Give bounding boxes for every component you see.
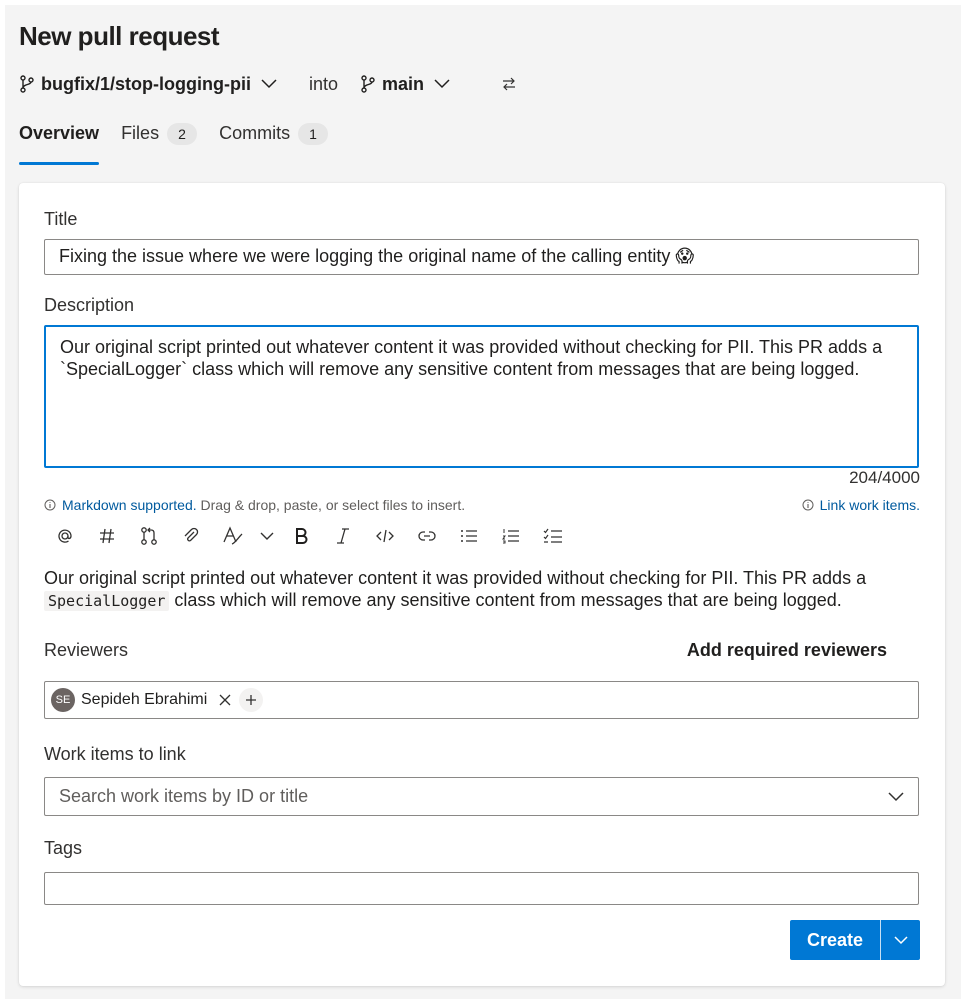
- attach-icon[interactable]: [170, 521, 212, 551]
- tags-input[interactable]: [44, 872, 919, 905]
- chevron-down-icon[interactable]: [254, 521, 280, 551]
- task-list-icon[interactable]: [532, 521, 574, 551]
- chevron-down-icon: [888, 791, 904, 802]
- italic-icon[interactable]: [322, 521, 364, 551]
- info-icon: [802, 499, 814, 511]
- avatar: SE: [51, 688, 75, 712]
- title-label: Title: [44, 209, 78, 229]
- preview-inline-code: SpecialLogger: [44, 591, 170, 611]
- link-work-items-link[interactable]: Link work items.: [820, 497, 920, 513]
- commits-count-badge: 1: [298, 123, 329, 145]
- description-textarea[interactable]: Our original script printed out whatever…: [44, 325, 919, 468]
- bold-icon[interactable]: [280, 521, 322, 551]
- description-label: Description: [44, 295, 135, 315]
- chevron-down-icon: [261, 79, 283, 89]
- pull-request-form: Title Fixing the issue where we were log…: [19, 183, 945, 986]
- pull-request-icon[interactable]: [128, 521, 170, 551]
- tab-files[interactable]: Files 2: [121, 123, 198, 169]
- tags-label: Tags: [44, 838, 83, 858]
- chevron-down-icon: [434, 79, 456, 89]
- target-branch-dropdown[interactable]: main: [360, 74, 456, 95]
- work-items-search-dropdown[interactable]: Search work items by ID or title: [44, 777, 919, 816]
- title-input[interactable]: Fixing the issue where we were logging t…: [44, 239, 919, 275]
- branch-selector-row: bugfix/1/stop-logging-pii into main: [19, 71, 516, 97]
- add-reviewer-button[interactable]: [239, 688, 264, 712]
- reviewers-label: Reviewers: [44, 640, 129, 660]
- plus-icon: [246, 695, 257, 705]
- work-items-placeholder: Search work items by ID or title: [59, 786, 309, 806]
- swap-branches-icon[interactable]: [502, 77, 516, 91]
- markdown-toolbar: [44, 521, 574, 551]
- add-required-reviewers-button[interactable]: Add required reviewers: [687, 640, 887, 661]
- preview-text: Our original script printed out whatever…: [44, 568, 867, 588]
- tab-commits[interactable]: Commits 1: [219, 123, 329, 169]
- reviewer-chip: SE Sepideh Ebrahimi: [51, 687, 231, 713]
- into-label: into: [308, 73, 338, 94]
- work-items-label: Work items to link: [44, 744, 186, 764]
- code-icon[interactable]: [364, 521, 406, 551]
- reviewers-picker[interactable]: SE Sepideh Ebrahimi: [44, 681, 919, 719]
- branch-icon: [361, 75, 375, 93]
- markdown-supported-link[interactable]: Markdown supported.: [62, 497, 197, 513]
- tab-bar: Overview Files 2 Commits 1: [19, 123, 350, 169]
- create-button-group: Create: [790, 920, 920, 960]
- format-text-icon[interactable]: [212, 521, 254, 551]
- tab-label: Overview: [19, 123, 100, 143]
- remove-reviewer-icon[interactable]: [219, 694, 231, 706]
- page-title: New pull request: [19, 21, 220, 51]
- page: New pull request bugfix/1/stop-logging-p…: [5, 5, 961, 999]
- branch-icon: [20, 75, 34, 93]
- hashtag-icon[interactable]: [86, 521, 128, 551]
- markdown-helper: Markdown supported. Drag & drop, paste, …: [44, 497, 465, 513]
- numbered-list-icon[interactable]: [490, 521, 532, 551]
- files-count-badge: 2: [167, 123, 198, 145]
- tab-overview[interactable]: Overview: [19, 123, 100, 169]
- create-options-button[interactable]: [880, 920, 920, 960]
- source-branch-dropdown[interactable]: bugfix/1/stop-logging-pii: [19, 74, 283, 95]
- reviewer-name: Sepideh Ebrahimi: [81, 691, 208, 708]
- bulleted-list-icon[interactable]: [448, 521, 490, 551]
- info-icon: [44, 499, 56, 511]
- source-branch-name: bugfix/1/stop-logging-pii: [41, 73, 251, 94]
- mention-icon[interactable]: [44, 521, 86, 551]
- target-branch-name: main: [382, 73, 425, 94]
- character-count: 204/4000: [849, 468, 920, 487]
- tab-label: Commits: [219, 123, 291, 143]
- description-preview: Our original script printed out whatever…: [44, 567, 924, 612]
- link-icon[interactable]: [406, 521, 448, 551]
- create-button[interactable]: Create: [790, 920, 880, 960]
- chevron-down-icon: [893, 935, 908, 944]
- tab-label: Files: [121, 123, 160, 143]
- link-work-items-helper: Link work items.: [802, 497, 920, 513]
- preview-text: class which will remove any sensitive co…: [174, 590, 842, 610]
- markdown-hint: Drag & drop, paste, or select files to i…: [200, 497, 466, 513]
